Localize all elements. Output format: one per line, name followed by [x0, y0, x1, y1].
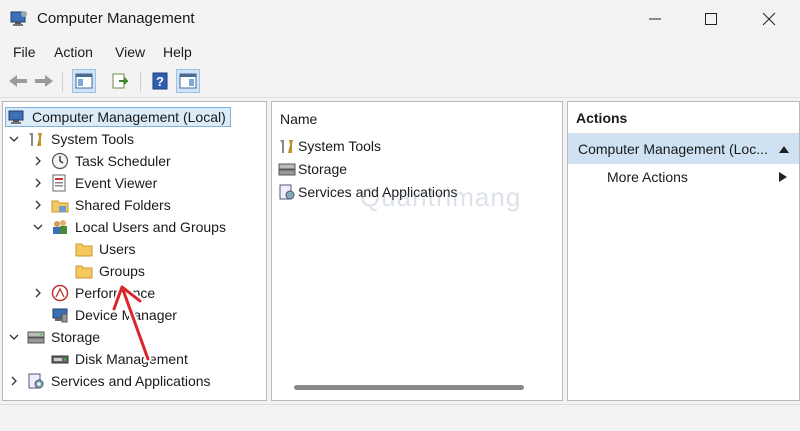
forward-button[interactable] — [32, 69, 56, 93]
window-title: Computer Management — [37, 10, 195, 27]
menu-view[interactable]: View — [115, 44, 145, 60]
tree-item-label: Event Viewer — [75, 175, 158, 191]
disk-management-icon — [51, 350, 69, 368]
chevron-right-icon[interactable] — [31, 154, 45, 168]
horizontal-scrollbar[interactable] — [294, 385, 524, 390]
chevron-right-icon[interactable] — [31, 176, 45, 190]
chevron-down-icon[interactable] — [7, 330, 21, 344]
svg-text:?: ? — [156, 74, 164, 89]
tree-item-device-manager[interactable]: Device Manager — [51, 304, 177, 326]
minimize-button[interactable] — [632, 0, 678, 38]
menu-action[interactable]: Action — [54, 44, 93, 60]
export-list-icon — [112, 73, 129, 89]
shared-folder-icon — [51, 196, 69, 214]
tree-item-label: Local Users and Groups — [75, 219, 226, 235]
actions-group-computer-management[interactable]: Computer Management (Loc... — [568, 134, 799, 164]
title-bar: Computer Management — [0, 0, 800, 38]
list-item-label: Services and Applications — [298, 184, 458, 200]
forward-arrow-icon — [35, 75, 53, 87]
actions-group-label: Computer Management (Loc... — [578, 141, 768, 157]
help-icon: ? — [152, 72, 168, 90]
tree-item-groups[interactable]: Groups — [75, 260, 145, 282]
tree-item-storage[interactable]: Storage — [7, 326, 100, 348]
console-tree-pane: Computer Management (Local) System Tools… — [2, 101, 267, 401]
status-bar — [0, 404, 800, 431]
show-hide-console-tree-button[interactable] — [72, 69, 96, 93]
tree-item-performance[interactable]: Performance — [31, 282, 155, 304]
tree-item-label: Computer Management (Local) — [32, 109, 226, 125]
tree-item-local-users-groups[interactable]: Local Users and Groups — [31, 216, 226, 238]
actions-pane: Actions Computer Management (Loc... More… — [567, 101, 800, 401]
chevron-right-icon[interactable] — [31, 198, 45, 212]
users-group-icon — [51, 218, 69, 236]
actions-header: Actions — [568, 102, 799, 134]
tree-item-label: Performance — [75, 285, 156, 301]
help-button[interactable]: ? — [148, 69, 172, 93]
show-hide-action-pane-button[interactable] — [176, 69, 200, 93]
tree-item-label: Services and Applications — [51, 373, 211, 389]
tree-item-system-tools[interactable]: System Tools — [7, 128, 134, 150]
tree-item-event-viewer[interactable]: Event Viewer — [31, 172, 157, 194]
export-list-button[interactable] — [108, 69, 132, 93]
computer-management-icon — [10, 10, 28, 27]
collapse-up-icon[interactable] — [779, 145, 789, 153]
tree-item-label: Users — [99, 241, 136, 257]
toolbar-separator — [62, 72, 63, 92]
results-pane: Name System Tools Storage Services and A… — [271, 101, 563, 401]
list-item[interactable]: System Tools — [278, 135, 381, 157]
toolbar: ? — [0, 66, 800, 98]
list-item[interactable]: Storage — [278, 158, 347, 180]
device-manager-icon — [51, 306, 69, 324]
tree-item-label: Device Manager — [75, 307, 177, 323]
maximize-button[interactable] — [688, 0, 734, 38]
toolbar-separator — [140, 72, 141, 92]
console-tree-icon — [75, 73, 93, 89]
storage-icon — [278, 160, 296, 178]
folder-icon — [75, 262, 93, 280]
tools-icon — [278, 137, 296, 155]
chevron-down-icon[interactable] — [31, 220, 45, 234]
action-pane-icon — [179, 73, 197, 89]
tree-item-label: Groups — [99, 263, 145, 279]
column-header-name[interactable]: Name — [280, 111, 317, 127]
services-icon — [278, 183, 296, 201]
tree-item-services-apps[interactable]: Services and Applications — [7, 370, 211, 392]
chevron-down-icon[interactable] — [7, 132, 21, 146]
folder-icon — [75, 240, 93, 258]
storage-icon — [27, 328, 45, 346]
submenu-arrow-icon[interactable] — [779, 172, 787, 182]
tools-icon — [27, 130, 45, 148]
list-item-label: Storage — [298, 161, 348, 177]
back-arrow-icon — [9, 75, 27, 87]
tree-item-label: Task Scheduler — [75, 153, 171, 169]
tree-item-label: Disk Management — [75, 351, 188, 367]
tree-item-task-scheduler[interactable]: Task Scheduler — [31, 150, 171, 172]
event-viewer-icon — [51, 174, 69, 192]
chevron-right-icon[interactable] — [7, 374, 21, 388]
tree-item-label: Shared Folders — [75, 197, 171, 213]
menu-help[interactable]: Help — [163, 44, 192, 60]
computer-management-icon — [8, 108, 26, 126]
menu-file[interactable]: File — [13, 44, 36, 60]
services-icon — [27, 372, 45, 390]
tree-item-label: Storage — [51, 329, 101, 345]
menu-bar: File Action View Help — [0, 40, 800, 64]
performance-icon — [51, 284, 69, 302]
clock-icon — [51, 152, 69, 170]
back-button[interactable] — [6, 69, 30, 93]
list-item-label: System Tools — [298, 138, 381, 154]
tree-item-shared-folders[interactable]: Shared Folders — [31, 194, 171, 216]
close-button[interactable] — [746, 0, 792, 38]
tree-item-disk-management[interactable]: Disk Management — [51, 348, 188, 370]
tree-item-users[interactable]: Users — [75, 238, 136, 260]
more-actions-item[interactable]: More Actions — [607, 169, 688, 185]
tree-item-root[interactable]: Computer Management (Local) — [5, 106, 231, 128]
chevron-right-icon[interactable] — [31, 286, 45, 300]
tree-item-label: System Tools — [51, 131, 134, 147]
list-item[interactable]: Services and Applications — [278, 181, 458, 203]
